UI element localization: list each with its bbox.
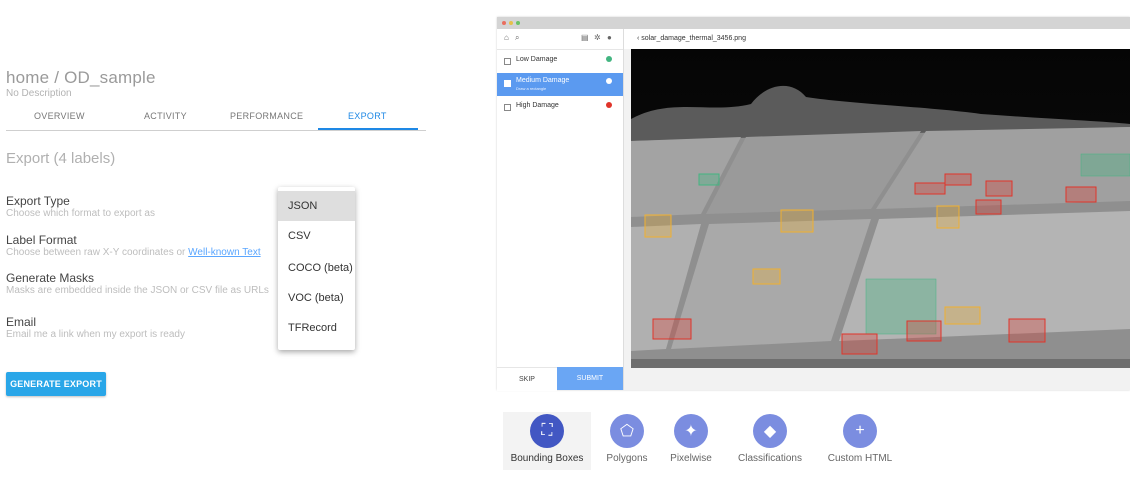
class-hint: Draw a rectangle: [516, 86, 547, 91]
export-type-help: Choose which format to export as: [6, 208, 155, 219]
tool-pixelwise[interactable]: ✦ Pixelwise: [651, 414, 731, 464]
tab-bar: OVERVIEW ACTIVITY PERFORMANCE EXPORT: [6, 104, 426, 131]
low-damage-box[interactable]: [698, 173, 720, 186]
checkbox-icon: [504, 104, 511, 111]
high-damage-box[interactable]: [944, 173, 972, 186]
project-description: No Description: [6, 88, 72, 99]
breadcrumb: home / OD_sample: [6, 68, 156, 87]
label-format-label: Label Format: [6, 233, 77, 247]
tool-label: Custom HTML: [827, 453, 893, 464]
search-icon[interactable]: ⌕: [515, 33, 519, 43]
labeling-app-window: ⌂ ⌕ ▤ ✲ ● Low Damage Medium Damage Draw …: [497, 17, 1130, 391]
skip-button[interactable]: SKIP: [497, 367, 557, 391]
tab-performance[interactable]: PERFORMANCE: [230, 111, 303, 121]
bounding-box-icon: ⛶: [530, 414, 564, 448]
generate-export-button[interactable]: GENERATE EXPORT: [6, 372, 106, 396]
sidebar-toolbar: ⌂ ⌕ ▤ ✲ ●: [497, 29, 623, 50]
format-option-voc[interactable]: VOC (beta): [278, 283, 355, 313]
class-label: Medium Damage: [516, 77, 570, 84]
class-sidebar: ⌂ ⌕ ▤ ✲ ● Low Damage Medium Damage Draw …: [497, 29, 624, 391]
medium-damage-box[interactable]: [780, 209, 814, 233]
visibility-icon[interactable]: [606, 78, 612, 84]
tag-icon: ◆: [753, 414, 787, 448]
medium-damage-box[interactable]: [644, 214, 672, 238]
tool-bounding-boxes[interactable]: ⛶ Bounding Boxes: [507, 414, 587, 464]
file-header: ‹ solar_damage_thermal_3456.png: [624, 29, 1130, 49]
keyboard-icon[interactable]: ▤: [581, 33, 589, 42]
low-damage-box[interactable]: [1080, 153, 1130, 177]
medium-damage-box[interactable]: [944, 306, 981, 325]
high-damage-box[interactable]: [975, 199, 1002, 215]
class-item-high-damage[interactable]: High Damage: [497, 97, 623, 118]
checkbox-icon: [504, 58, 511, 65]
generate-masks-help: Masks are embedded inside the JSON or CS…: [6, 285, 269, 296]
label-format-help: Choose between raw X-Y coordinates or We…: [6, 247, 261, 258]
section-title: Export (4 labels): [6, 150, 116, 167]
high-damage-box[interactable]: [1008, 318, 1046, 343]
export-format-dropdown: JSON CSV COCO (beta) VOC (beta) TFRecord: [278, 187, 355, 350]
tool-custom-html[interactable]: + Custom HTML: [820, 414, 900, 464]
tool-label: Pixelwise: [670, 453, 712, 464]
tool-classifications[interactable]: ◆ Classifications: [730, 414, 810, 464]
checkbox-icon: [504, 80, 511, 87]
filename-text: solar_damage_thermal_3456.png: [641, 35, 746, 42]
magic-wand-icon: ✦: [674, 414, 708, 448]
class-item-low-damage[interactable]: Low Damage: [497, 51, 623, 72]
visibility-icon[interactable]: [606, 102, 612, 108]
visibility-icon[interactable]: [606, 56, 612, 62]
high-damage-box[interactable]: [985, 180, 1013, 197]
format-option-json[interactable]: JSON: [278, 191, 355, 221]
class-item-medium-damage[interactable]: Medium Damage Draw a rectangle: [497, 73, 623, 96]
tool-label: Classifications: [738, 453, 802, 464]
high-damage-box[interactable]: [1065, 186, 1097, 203]
close-window-icon[interactable]: [502, 21, 506, 25]
medium-damage-box[interactable]: [752, 268, 781, 285]
info-icon[interactable]: ●: [607, 33, 612, 42]
window-titlebar: [497, 17, 1130, 29]
submit-button[interactable]: SUBMIT: [557, 367, 623, 390]
home-icon[interactable]: ⌂: [504, 33, 509, 42]
well-known-text-link[interactable]: Well-known Text: [188, 247, 260, 258]
high-damage-box[interactable]: [841, 333, 878, 355]
email-help: Email me a link when my export is ready: [6, 329, 185, 340]
filename-label: ‹ solar_damage_thermal_3456.png: [637, 35, 746, 42]
minimize-window-icon[interactable]: [509, 21, 513, 25]
email-label: Email: [6, 315, 37, 329]
high-damage-box[interactable]: [914, 182, 946, 195]
active-tab-indicator: [318, 128, 418, 130]
settings-icon[interactable]: ✲: [594, 33, 601, 42]
format-option-tfrecord[interactable]: TFRecord: [278, 313, 355, 343]
ground-strip: [631, 359, 1130, 368]
tab-overview[interactable]: OVERVIEW: [34, 111, 85, 121]
high-damage-box[interactable]: [652, 318, 692, 340]
class-label: High Damage: [516, 102, 559, 109]
generate-masks-label: Generate Masks: [6, 271, 95, 285]
format-option-csv[interactable]: CSV: [278, 221, 355, 251]
maximize-window-icon[interactable]: [516, 21, 520, 25]
tool-label: Bounding Boxes: [510, 453, 584, 464]
class-label: Low Damage: [516, 56, 558, 63]
tab-export[interactable]: EXPORT: [348, 111, 387, 121]
format-option-coco[interactable]: COCO (beta): [278, 253, 355, 283]
thermal-image-canvas[interactable]: [631, 49, 1130, 368]
label-format-help-text: Choose between raw X-Y coordinates or: [6, 247, 186, 258]
tab-activity[interactable]: ACTIVITY: [144, 111, 187, 121]
high-damage-box[interactable]: [906, 320, 942, 342]
export-panel: home / OD_sample No Description OVERVIEW…: [0, 0, 440, 498]
medium-damage-box[interactable]: [936, 205, 960, 229]
export-type-label: Export Type: [6, 194, 70, 208]
polygon-icon: ⬠: [610, 414, 644, 448]
plus-icon: +: [843, 414, 877, 448]
